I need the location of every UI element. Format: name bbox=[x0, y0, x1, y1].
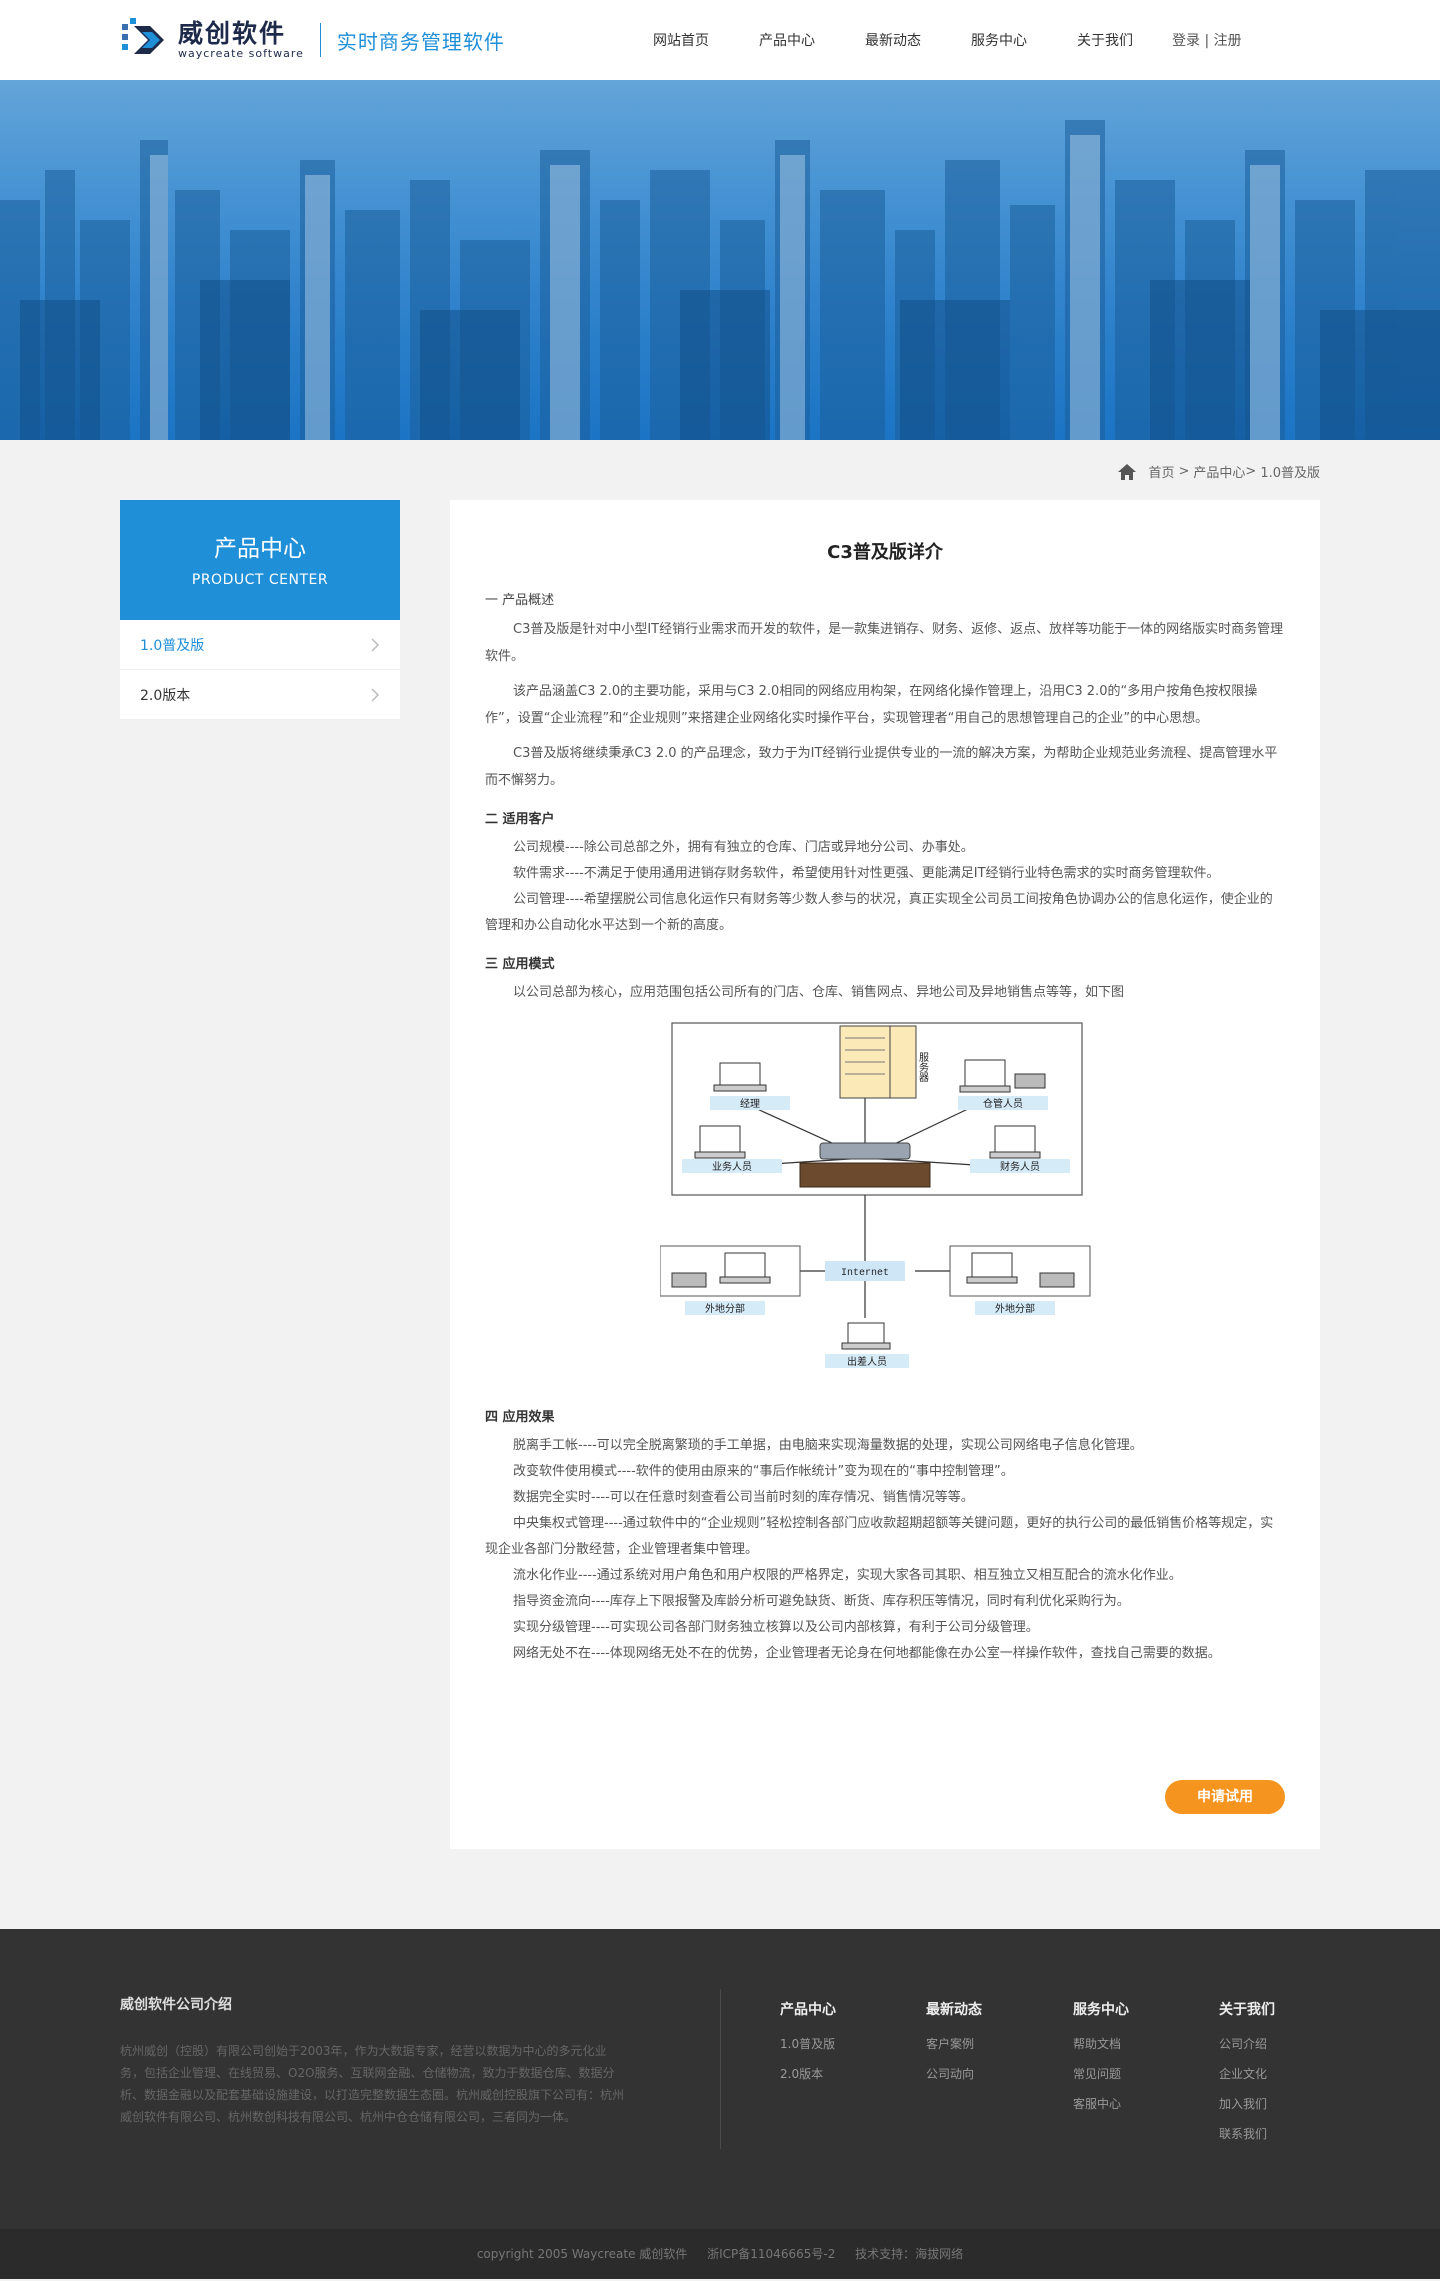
list-item: 网络无处不在----体现网络无处不在的优势，企业管理者无论身在何地都能像在办公室… bbox=[513, 1646, 1221, 1661]
sales-label: 业务人员 bbox=[712, 1160, 752, 1173]
icp-text[interactable]: 浙ICP备11046665号-2 bbox=[707, 2247, 835, 2261]
home-icon bbox=[1118, 463, 1137, 480]
footer-link[interactable]: 1.0普及版 bbox=[780, 2029, 900, 2059]
footer-col-title: 最新动态 bbox=[926, 2002, 982, 2018]
paragraph: 该产品涵盖C3 2.0的主要功能，采用与C3 2.0相同的网络应用构架，在网络化… bbox=[485, 684, 1258, 726]
breadcrumb-section[interactable]: 产品中心 bbox=[1193, 462, 1245, 481]
slogan: 实时商务管理软件 bbox=[336, 29, 505, 54]
paragraph: 以公司总部为核心，应用范围包括公司所有的门店、仓库、销售网点、异地公司及异地销售… bbox=[513, 985, 1125, 1000]
article-title: C3普及版详介 bbox=[827, 542, 943, 563]
section-title: 一 产品概述 bbox=[485, 593, 555, 608]
auth-separator: | bbox=[1204, 33, 1210, 49]
nav-about[interactable]: 关于我们 bbox=[1052, 30, 1158, 50]
list-item: 中央集权式管理----通过软件中的“企业规则”轻松控制各部门应收款超期超额等关键… bbox=[485, 1516, 1274, 1557]
sidebar-item-v1[interactable]: 1.0普及版 bbox=[120, 620, 400, 670]
paragraph: C3普及版是针对中小型IT经销行业需求而开发的软件，是一款集进销存、财务、返修、… bbox=[485, 622, 1284, 664]
section-title: 三 应用模式 bbox=[485, 957, 555, 972]
city-skyline-image bbox=[0, 80, 1440, 440]
sidebar-item-v2[interactable]: 2.0版本 bbox=[120, 670, 400, 720]
support-text: 技术支持：海拔网络 bbox=[855, 2247, 964, 2261]
list-item: 流水化作业----通过系统对用户角色和用户权限的严格界定，实现大家各司其职、相互… bbox=[513, 1568, 1182, 1583]
footer-col-products: 产品中心 1.0普及版 2.0版本 bbox=[780, 1999, 900, 2089]
footer-link[interactable]: 公司介绍 bbox=[1219, 2029, 1339, 2059]
logo-subtitle: waycreate software bbox=[178, 47, 304, 60]
chevron-right-icon bbox=[371, 637, 380, 652]
footer-col-title: 关于我们 bbox=[1219, 2002, 1275, 2018]
copyright-bar: copyright 2005 Waycreate 威创软件 浙ICP备11046… bbox=[0, 2229, 1440, 2279]
sidebar-item-label: 1.0普及版 bbox=[140, 637, 205, 654]
footer-about-text: 杭州威创（控股）有限公司创始于2003年，作为大数据专家，经营以数据为中心的多元… bbox=[120, 2044, 625, 2124]
breadcrumb-separator: > bbox=[1245, 464, 1257, 479]
footer-link[interactable]: 常见问题 bbox=[1073, 2059, 1193, 2089]
sidebar-header: 产品中心 PRODUCT CENTER bbox=[120, 500, 400, 620]
footer-col-service: 服务中心 帮助文档 常见问题 客服中心 bbox=[1073, 1999, 1193, 2119]
list-item: 指导资金流向----库存上下限报警及库龄分析可避免缺货、断货、库存积压等情况，同… bbox=[513, 1594, 1130, 1609]
list-item: 数据完全实时----可以在任意时刻查看公司当前时刻的库存情况、销售情况等等。 bbox=[513, 1490, 974, 1505]
logo-divider bbox=[319, 23, 321, 57]
footer-divider bbox=[720, 1989, 721, 2149]
nav-service[interactable]: 服务中心 bbox=[946, 30, 1052, 50]
footer-about-title: 威创软件公司介绍 bbox=[120, 1997, 232, 2013]
main-nav: 网站首页 产品中心 最新动态 服务中心 关于我们 bbox=[628, 0, 1158, 80]
traveler-label: 出差人员 bbox=[847, 1355, 887, 1368]
nav-home[interactable]: 网站首页 bbox=[628, 30, 734, 50]
footer-link[interactable]: 加入我们 bbox=[1219, 2089, 1339, 2119]
footer-link[interactable]: 客户案例 bbox=[926, 2029, 1046, 2059]
copyright-text: copyright 2005 Waycreate 威创软件 bbox=[476, 2247, 688, 2261]
breadcrumb-separator: > bbox=[1178, 464, 1190, 479]
footer-link[interactable]: 企业文化 bbox=[1219, 2059, 1339, 2089]
footer-link[interactable]: 联系我们 bbox=[1219, 2119, 1339, 2149]
paragraph: C3普及版将继续秉承C3 2.0 的产品理念，致力于为IT经销行业提供专业的一流… bbox=[485, 746, 1278, 788]
register-link[interactable]: 注册 bbox=[1214, 33, 1242, 49]
network-diagram: 服务器 经理 仓管人员 业务人员 财务人员 Internet 外地分部 外地分部… bbox=[659, 1018, 1100, 1388]
section-title: 四 应用效果 bbox=[485, 1410, 555, 1425]
logo-name: 威创软件 bbox=[178, 19, 287, 48]
city-banner bbox=[0, 80, 1440, 440]
internet-label: Internet bbox=[841, 1268, 889, 1279]
footer-link[interactable]: 2.0版本 bbox=[780, 2059, 900, 2089]
warehouse-label: 仓管人员 bbox=[983, 1097, 1023, 1110]
list-item: 软件需求----不满足于使用通用进销存财务软件，希望使用针对性更强、更能满足IT… bbox=[513, 866, 1220, 881]
sidebar-title: 产品中心 bbox=[214, 536, 306, 562]
chevron-right-icon bbox=[371, 687, 380, 702]
breadcrumb-current: 1.0普及版 bbox=[1260, 466, 1320, 481]
footer-col-title: 服务中心 bbox=[1073, 2002, 1129, 2018]
manager-label: 经理 bbox=[740, 1097, 760, 1110]
list-item: 实现分级管理----可实现公司各部门财务独立核算以及公司内部核算，有利于公司分级… bbox=[513, 1620, 1039, 1635]
login-link[interactable]: 登录 bbox=[1172, 33, 1200, 49]
apply-trial-button[interactable]: 申请试用 bbox=[1165, 1780, 1285, 1814]
footer-about: 威创软件公司介绍 杭州威创（控股）有限公司创始于2003年，作为大数据专家，经营… bbox=[120, 1994, 625, 2128]
logo-arrow-icon bbox=[120, 14, 172, 66]
sidebar: 产品中心 PRODUCT CENTER 1.0普及版 2.0版本 bbox=[120, 500, 400, 720]
logo[interactable]: 威创软件 waycreate software 实时商务管理软件 bbox=[120, 14, 505, 66]
footer-link[interactable]: 公司动向 bbox=[926, 2059, 1046, 2089]
sidebar-item-label: 2.0版本 bbox=[140, 687, 191, 704]
server-label: 服务器 bbox=[917, 1052, 929, 1083]
breadcrumb: 首页 > 产品中心 > 1.0普及版 bbox=[1118, 462, 1320, 481]
branch-right-label: 外地分部 bbox=[995, 1302, 1035, 1315]
footer-col-news: 最新动态 客户案例 公司动向 bbox=[926, 1999, 1046, 2089]
footer-link[interactable]: 客服中心 bbox=[1073, 2089, 1193, 2119]
list-item: 公司规模----除公司总部之外，拥有有独立的仓库、门店或异地分公司、办事处。 bbox=[513, 840, 974, 855]
finance-label: 财务人员 bbox=[1000, 1160, 1040, 1173]
breadcrumb-home[interactable]: 首页 bbox=[1148, 462, 1174, 481]
sidebar-subtitle: PRODUCT CENTER bbox=[191, 572, 329, 588]
nav-products[interactable]: 产品中心 bbox=[734, 30, 840, 50]
footer-col-about: 关于我们 公司介绍 企业文化 加入我们 联系我们 bbox=[1219, 1999, 1339, 2149]
section-title: 二 适用客户 bbox=[485, 812, 555, 827]
list-item: 脱离手工帐----可以完全脱离繁琐的手工单据，由电脑来实现海量数据的处理，实现公… bbox=[513, 1438, 1143, 1453]
branch-left-label: 外地分部 bbox=[705, 1302, 745, 1315]
article-panel: C3普及版详介 一 产品概述 C3普及版是针对中小型IT经销行业需求而开发的软件… bbox=[450, 500, 1320, 1849]
footer-link[interactable]: 帮助文档 bbox=[1073, 2029, 1193, 2059]
list-item: 改变软件使用模式----软件的使用由原来的“事后作帐统计”变为现在的“事中控制管… bbox=[513, 1464, 1014, 1479]
footer-col-title: 产品中心 bbox=[780, 2002, 836, 2018]
nav-news[interactable]: 最新动态 bbox=[840, 30, 946, 50]
list-item: 公司管理----希望摆脱公司信息化运作只有财务等少数人参与的状况，真正实现全公司… bbox=[485, 892, 1273, 933]
site-header: 威创软件 waycreate software 实时商务管理软件 网站首页 产品… bbox=[0, 0, 1440, 80]
site-footer: 威创软件公司介绍 杭州威创（控股）有限公司创始于2003年，作为大数据专家，经营… bbox=[0, 1929, 1440, 2229]
auth-links: 登录 | 注册 bbox=[1172, 30, 1242, 50]
